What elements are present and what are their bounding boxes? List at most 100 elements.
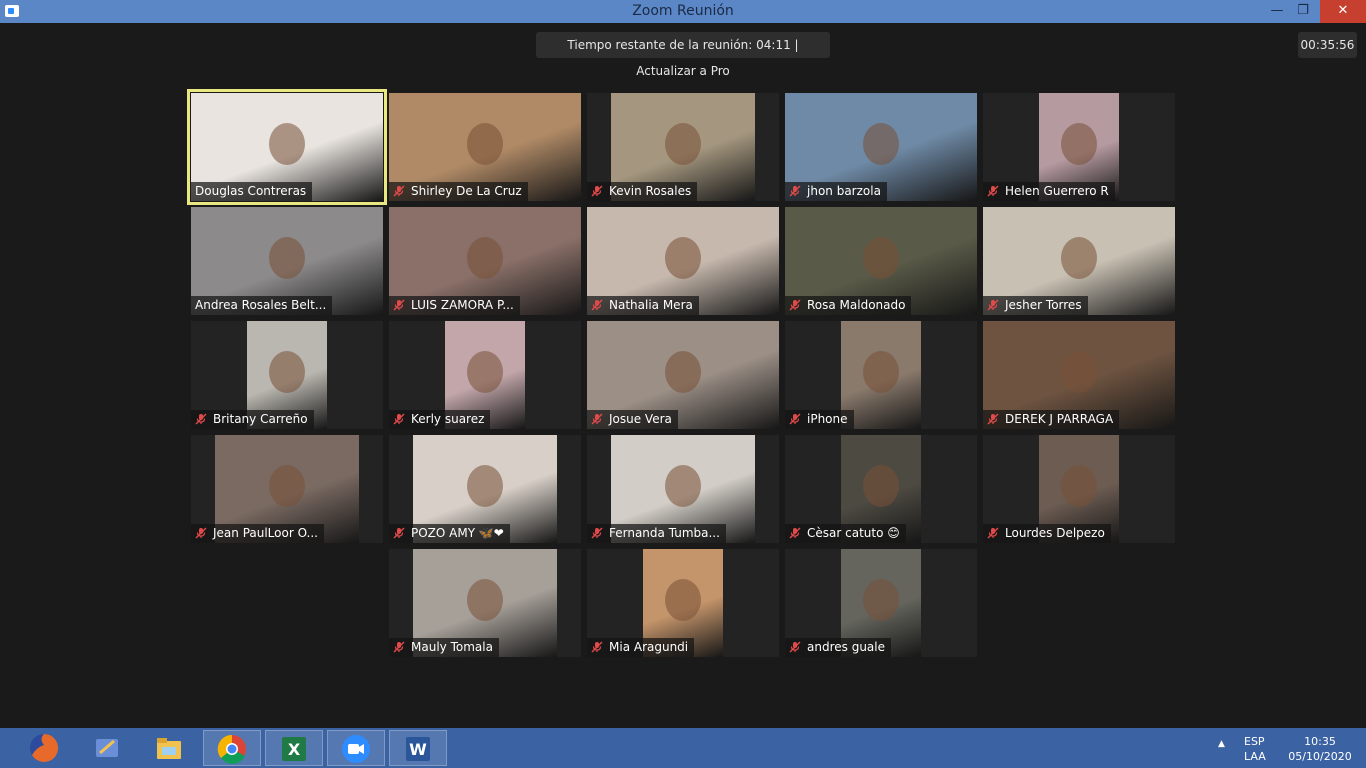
participant-name: Jean PaulLoor O... <box>213 526 318 540</box>
participant-name: LUIS ZAMORA P... <box>411 298 514 312</box>
participant-tile[interactable]: DEREK J PARRAGA <box>983 321 1175 429</box>
participant-tile[interactable]: POZO AMY 🦋❤ <box>389 435 581 543</box>
participant-tile[interactable]: Mauly Tomala <box>389 549 581 657</box>
mic-muted-icon <box>393 184 405 197</box>
meeting-time-banner[interactable]: Tiempo restante de la reunión: 04:11 | A… <box>536 32 830 78</box>
participant-name-label: Douglas Contreras <box>191 182 313 201</box>
mic-muted-icon <box>393 412 405 425</box>
participant-name-label: iPhone <box>785 410 854 429</box>
windows-taskbar: X W ▲ ESP LAA 10:35 05/10/2020 <box>0 728 1366 768</box>
mic-muted-icon <box>987 526 999 539</box>
participant-face <box>467 579 503 622</box>
excel-taskbar-button[interactable]: X <box>265 730 323 766</box>
participant-face <box>665 123 701 166</box>
input-language[interactable]: ESP LAA <box>1244 734 1266 764</box>
participant-name-label: Helen Guerrero R <box>983 182 1115 201</box>
svg-text:W: W <box>409 740 427 759</box>
participant-tile[interactable]: Fernanda Tumba... <box>587 435 779 543</box>
participant-face <box>1061 465 1097 508</box>
participant-name-label: andres guale <box>785 638 891 657</box>
participant-tile[interactable]: Cèsar catuto 😊 <box>785 435 977 543</box>
participant-tile[interactable]: Britany Carreño <box>191 321 383 429</box>
participant-tile[interactable]: Josue Vera <box>587 321 779 429</box>
participant-name: jhon barzola <box>807 184 881 198</box>
restore-button[interactable]: ❐ <box>1290 0 1316 23</box>
participant-face <box>1061 351 1097 394</box>
mic-muted-icon <box>591 526 603 539</box>
participant-name: Kerly suarez <box>411 412 485 426</box>
mic-muted-icon <box>591 640 603 653</box>
participant-name: Helen Guerrero R <box>1005 184 1109 198</box>
mic-muted-icon <box>393 640 405 653</box>
participant-face <box>863 579 899 622</box>
participant-name: andres guale <box>807 640 885 654</box>
participant-name-label: Josue Vera <box>587 410 678 429</box>
participant-name-label: Mauly Tomala <box>389 638 499 657</box>
participant-tile[interactable]: Rosa Maldonado <box>785 207 977 315</box>
participant-face <box>269 237 305 280</box>
participant-tile[interactable]: jhon barzola <box>785 93 977 201</box>
participant-face <box>467 465 503 508</box>
window-title: Zoom Reunión <box>632 3 734 19</box>
file-explorer-icon <box>157 738 181 759</box>
firefox-icon <box>30 733 59 762</box>
mic-muted-icon <box>987 412 999 425</box>
participant-name-label: Shirley De La Cruz <box>389 182 528 201</box>
keyboard-layout: LAA <box>1244 750 1266 763</box>
participant-face <box>863 351 899 394</box>
paint-icon <box>96 739 118 757</box>
participant-tile[interactable]: Nathalia Mera <box>587 207 779 315</box>
participant-name-label: Britany Carreño <box>191 410 314 429</box>
zoom-taskbar-button[interactable] <box>327 730 385 766</box>
participant-tile[interactable]: iPhone <box>785 321 977 429</box>
participant-name-label: Andrea Rosales Belt... <box>191 296 333 315</box>
meeting-elapsed-time: 00:35:56 <box>1298 32 1357 58</box>
mic-muted-icon <box>195 526 207 539</box>
participant-face <box>467 123 503 166</box>
paint-taskbar-button[interactable] <box>79 730 137 766</box>
mic-muted-icon <box>789 184 801 197</box>
mic-muted-icon <box>789 526 801 539</box>
participant-name-label: Kevin Rosales <box>587 182 698 201</box>
participant-name: Mauly Tomala <box>411 640 493 654</box>
participant-tile[interactable]: LUIS ZAMORA P... <box>389 207 581 315</box>
participant-tile[interactable]: Shirley De La Cruz <box>389 93 581 201</box>
svg-text:X: X <box>288 740 301 759</box>
file-explorer-taskbar-button[interactable] <box>141 730 199 766</box>
participant-name-label: Cèsar catuto 😊 <box>785 524 906 543</box>
participant-tile[interactable]: Helen Guerrero R <box>983 93 1175 201</box>
word-taskbar-button[interactable]: W <box>389 730 447 766</box>
participant-face <box>269 465 305 508</box>
participant-name-label: Jesher Torres <box>983 296 1088 315</box>
participant-tile[interactable]: Lourdes Delpezo <box>983 435 1175 543</box>
participant-name-label: Jean PaulLoor O... <box>191 524 324 543</box>
participant-name-label: Nathalia Mera <box>587 296 699 315</box>
participant-tile[interactable]: Mia Aragundi <box>587 549 779 657</box>
participant-face <box>863 237 899 280</box>
participant-name-label: jhon barzola <box>785 182 887 201</box>
participant-tile[interactable]: Andrea Rosales Belt... <box>191 207 383 315</box>
show-hidden-icons-icon[interactable]: ▲ <box>1218 739 1225 749</box>
participant-tile[interactable]: andres guale <box>785 549 977 657</box>
participant-tile[interactable]: Jean PaulLoor O... <box>191 435 383 543</box>
participant-name-label: Fernanda Tumba... <box>587 524 726 543</box>
system-clock[interactable]: 10:35 05/10/2020 <box>1280 734 1360 764</box>
participant-name: Fernanda Tumba... <box>609 526 720 540</box>
participant-name: Cèsar catuto 😊 <box>807 526 900 540</box>
minimize-button[interactable]: — <box>1264 0 1290 23</box>
participant-tile[interactable]: Douglas Contreras <box>187 89 387 205</box>
participant-tile[interactable]: Jesher Torres <box>983 207 1175 315</box>
participant-face <box>1061 123 1097 166</box>
participant-name: Rosa Maldonado <box>807 298 906 312</box>
participant-name: Mia Aragundi <box>609 640 689 654</box>
participant-name: Kevin Rosales <box>609 184 692 198</box>
mic-muted-icon <box>393 298 405 311</box>
lang-code: ESP <box>1244 735 1265 748</box>
participant-tile[interactable]: Kevin Rosales <box>587 93 779 201</box>
mic-muted-icon <box>789 640 801 653</box>
participant-tile[interactable]: Kerly suarez <box>389 321 581 429</box>
firefox-taskbar-button[interactable] <box>16 730 74 766</box>
close-button[interactable]: ✕ <box>1320 0 1366 23</box>
chrome-taskbar-button[interactable] <box>203 730 261 766</box>
mic-muted-icon <box>987 298 999 311</box>
